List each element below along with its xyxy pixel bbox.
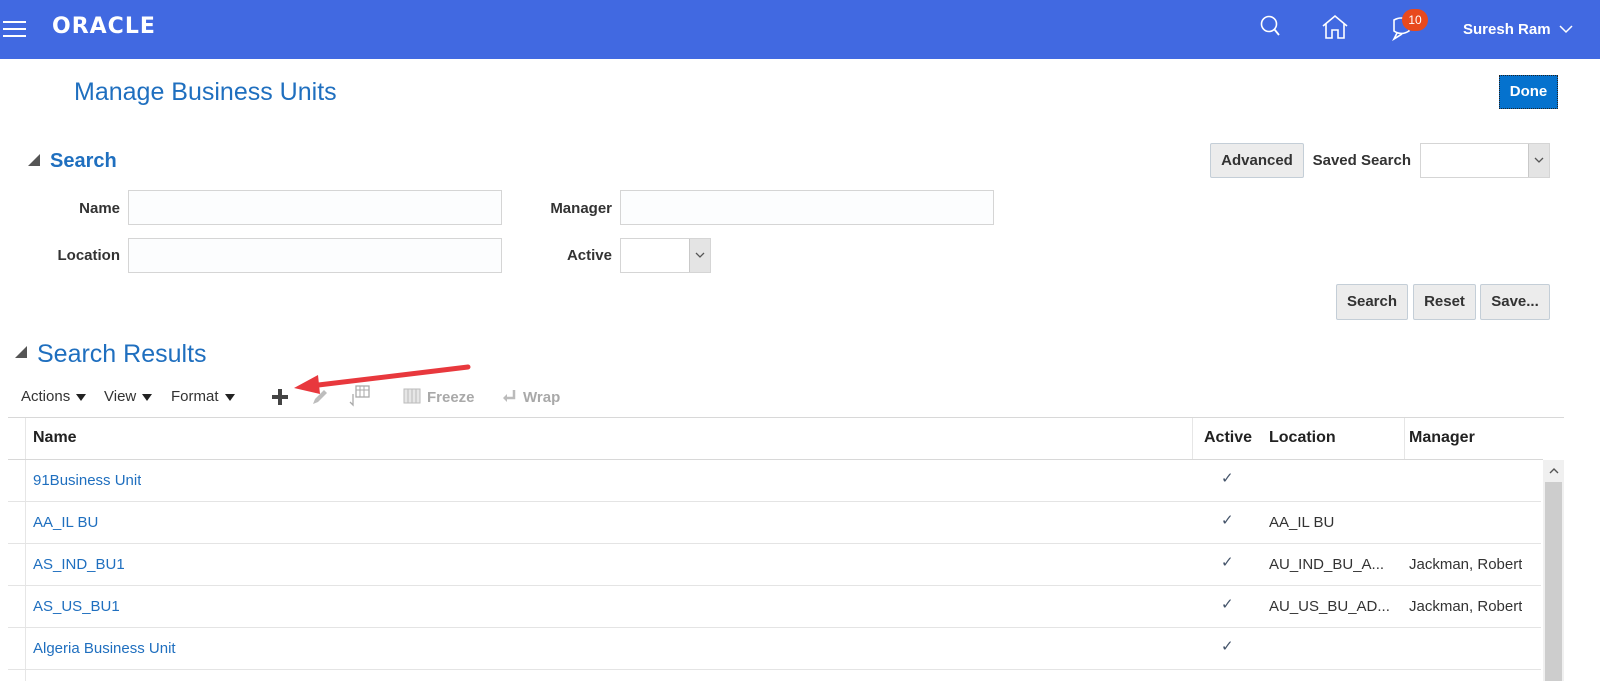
user-menu[interactable]: Suresh Ram xyxy=(1463,21,1573,38)
name-label: Name xyxy=(79,200,120,217)
chevron-down-icon xyxy=(1559,21,1573,38)
search-section-title: Search xyxy=(50,150,117,172)
manager-input[interactable] xyxy=(620,190,994,225)
manager-label: Manager xyxy=(550,200,612,217)
active-check-icon: ✓ xyxy=(1221,554,1234,571)
table-vertical-scrollbar[interactable] xyxy=(1543,460,1564,681)
scroll-up-icon[interactable] xyxy=(1543,460,1564,480)
actions-menu[interactable]: Actions xyxy=(21,388,87,405)
column-divider xyxy=(1192,418,1193,460)
column-header-manager[interactable]: Manager xyxy=(1409,429,1475,447)
column-divider xyxy=(1404,418,1405,460)
actions-label: Actions xyxy=(21,388,71,405)
active-check-icon: ✓ xyxy=(1221,596,1234,613)
table-row[interactable]: AS_IND_BU1 ✓ AU_IND_BU_A... Jackman, Rob… xyxy=(8,544,1541,586)
name-input[interactable] xyxy=(128,190,502,225)
oracle-logo: ORACLE xyxy=(52,14,156,39)
active-label: Active xyxy=(566,247,612,264)
page-title: Manage Business Units xyxy=(74,78,337,106)
user-name: Suresh Ram xyxy=(1463,21,1551,38)
wrap-icon xyxy=(501,388,517,408)
view-label: View xyxy=(104,388,137,405)
dropdown-arrow-icon xyxy=(224,393,235,401)
wrap-label: Wrap xyxy=(523,388,561,406)
business-unit-link[interactable]: AS_US_BU1 xyxy=(33,598,120,615)
top-navigation-bar: ORACLE 10 Suresh Ram xyxy=(0,0,1600,59)
home-icon[interactable] xyxy=(1321,14,1349,45)
active-check-icon: ✓ xyxy=(1221,638,1234,655)
scrollbar-thumb[interactable] xyxy=(1545,482,1562,681)
table-top-border xyxy=(8,417,1564,418)
business-unit-link[interactable]: 91Business Unit xyxy=(33,472,141,489)
results-section-title: Search Results xyxy=(37,340,207,368)
business-unit-link[interactable]: AA_IL BU xyxy=(33,514,98,531)
column-header-location[interactable]: Location xyxy=(1269,429,1336,447)
chevron-down-icon xyxy=(689,239,710,272)
dropdown-arrow-icon xyxy=(142,393,153,401)
chevron-down-icon xyxy=(1528,144,1549,177)
menu-icon[interactable] xyxy=(3,21,26,38)
manager-cell: Jackman, Robert xyxy=(1409,598,1523,615)
location-cell: AU_IND_BU_A... xyxy=(1269,556,1385,573)
saved-search-label: Saved Search xyxy=(1312,152,1411,169)
table-row[interactable]: AA_IL BU ✓ AA_IL BU xyxy=(8,502,1541,544)
table-row[interactable]: Algeria Business Unit ✓ xyxy=(8,628,1541,670)
location-cell: AU_US_BU_AD... xyxy=(1269,598,1390,615)
save-search-button[interactable]: Save... xyxy=(1480,284,1550,320)
manager-cell: Jackman, Robert xyxy=(1409,556,1523,573)
advanced-search-button[interactable]: Advanced xyxy=(1210,143,1304,178)
column-header-active[interactable]: Active xyxy=(1204,429,1252,447)
active-select[interactable] xyxy=(620,238,711,273)
business-unit-link[interactable]: AS_IND_BU1 xyxy=(33,556,125,573)
table-row[interactable]: 91Business Unit ✓ xyxy=(8,460,1541,502)
done-button[interactable]: Done xyxy=(1499,75,1558,109)
dropdown-arrow-icon xyxy=(76,393,87,401)
reset-button[interactable]: Reset xyxy=(1413,284,1476,320)
saved-search-select[interactable] xyxy=(1420,143,1550,178)
annotation-arrow-icon xyxy=(294,364,471,394)
format-label: Format xyxy=(171,388,219,405)
business-unit-link[interactable]: Algeria Business Unit xyxy=(33,640,176,657)
search-collapse-icon[interactable] xyxy=(28,154,40,166)
results-collapse-icon[interactable] xyxy=(15,346,27,358)
location-input[interactable] xyxy=(128,238,502,273)
location-label: Location xyxy=(57,247,121,264)
column-header-name[interactable]: Name xyxy=(33,429,77,447)
location-cell: AA_IL BU xyxy=(1269,514,1335,531)
view-menu[interactable]: View xyxy=(104,388,153,405)
notification-count-badge: 10 xyxy=(1402,9,1428,31)
wrap-button[interactable]: Wrap xyxy=(501,388,560,408)
table-row[interactable]: AS_US_BU1 ✓ AU_US_BU_AD... Jackman, Robe… xyxy=(8,586,1541,628)
search-button[interactable]: Search xyxy=(1336,284,1408,320)
active-check-icon: ✓ xyxy=(1221,470,1234,487)
format-menu[interactable]: Format xyxy=(171,388,235,405)
search-icon[interactable] xyxy=(1259,14,1281,45)
active-check-icon: ✓ xyxy=(1221,512,1234,529)
